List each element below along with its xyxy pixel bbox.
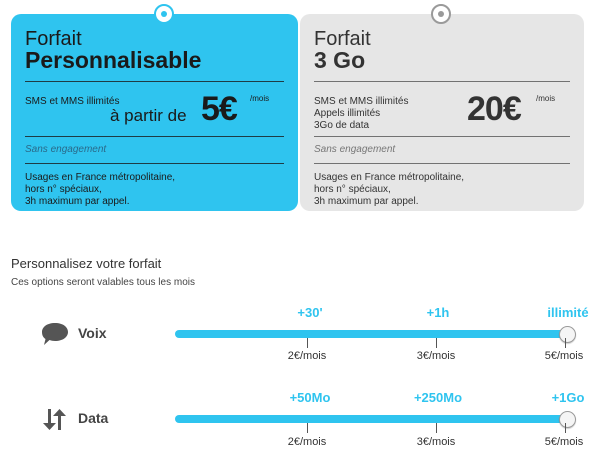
tick-mark <box>565 423 566 433</box>
divider <box>314 81 570 82</box>
plan-card-3go[interactable]: Forfait 3 Go SMS et MMS illimités Appels… <box>300 4 584 211</box>
price-unit: /mois <box>250 94 270 103</box>
divider <box>25 136 284 137</box>
data-step-label: +250Mo <box>413 390 463 405</box>
voix-step-label: +1h <box>426 305 450 320</box>
voix-step-label: +30' <box>297 305 323 320</box>
voix-step-label: illimité <box>547 305 589 320</box>
voix-step-price: 5€/mois <box>544 350 584 362</box>
plan-feature: Appels illimités <box>314 108 381 119</box>
plan-title-line2: Personnalisable <box>25 47 202 73</box>
tick-mark <box>307 423 308 433</box>
customize-subtitle: Ces options seront valables tous les moi… <box>11 277 195 288</box>
voix-slider-handle[interactable] <box>559 326 576 343</box>
data-step-label: +50Mo <box>289 390 331 405</box>
usage-note: hors n° spéciaux, <box>25 184 102 195</box>
usage-note: hors n° spéciaux, <box>314 184 391 195</box>
voix-slider-track[interactable] <box>175 330 572 338</box>
usage-note: 3h maximum par appel. <box>314 196 419 207</box>
plan-feature: 3Go de data <box>314 120 370 131</box>
option-label-data: Data <box>78 410 109 426</box>
voix-step-price: 2€/mois <box>287 350 327 362</box>
plan-feature: SMS et MMS illimités <box>314 96 409 107</box>
tick-mark <box>436 338 437 348</box>
up-down-arrows-icon <box>43 409 66 430</box>
tag-hole-icon <box>154 4 174 24</box>
usage-note: Usages en France métropolitaine, <box>25 172 176 183</box>
voix-step-price: 3€/mois <box>416 350 456 362</box>
data-step-label: +1Go <box>551 390 585 405</box>
divider <box>314 136 570 137</box>
data-step-price: 2€/mois <box>287 436 327 448</box>
data-step-price: 5€/mois <box>544 436 584 448</box>
option-label-voix: Voix <box>78 325 107 341</box>
tick-mark <box>436 423 437 433</box>
price-prefix: à partir de <box>110 106 187 125</box>
price-unit: /mois <box>536 94 556 103</box>
tick-mark <box>565 338 566 348</box>
data-slider-handle[interactable] <box>559 411 576 428</box>
usage-note: Usages en France métropolitaine, <box>314 172 465 183</box>
customize-title: Personnalisez votre forfait <box>11 256 162 271</box>
plan-card-personnalisable[interactable]: Forfait Personnalisable SMS et MMS illim… <box>11 4 298 211</box>
tag-hole-icon <box>431 4 451 24</box>
data-slider-track[interactable] <box>175 415 572 423</box>
plan-title-line2: 3 Go <box>314 47 366 73</box>
divider <box>314 163 570 164</box>
tick-mark <box>307 338 308 348</box>
speech-bubble-icon <box>42 323 68 345</box>
usage-note: 3h maximum par appel. <box>25 196 130 207</box>
plan-price: 5€ <box>201 90 238 128</box>
divider <box>25 163 284 164</box>
divider <box>25 81 284 82</box>
plan-price: 20€ <box>467 90 522 128</box>
data-step-price: 3€/mois <box>416 436 456 448</box>
plan-feature: SMS et MMS illimités <box>25 96 120 107</box>
commitment-text: Sans engagement <box>314 144 396 155</box>
commitment-text: Sans engagement <box>25 144 107 155</box>
